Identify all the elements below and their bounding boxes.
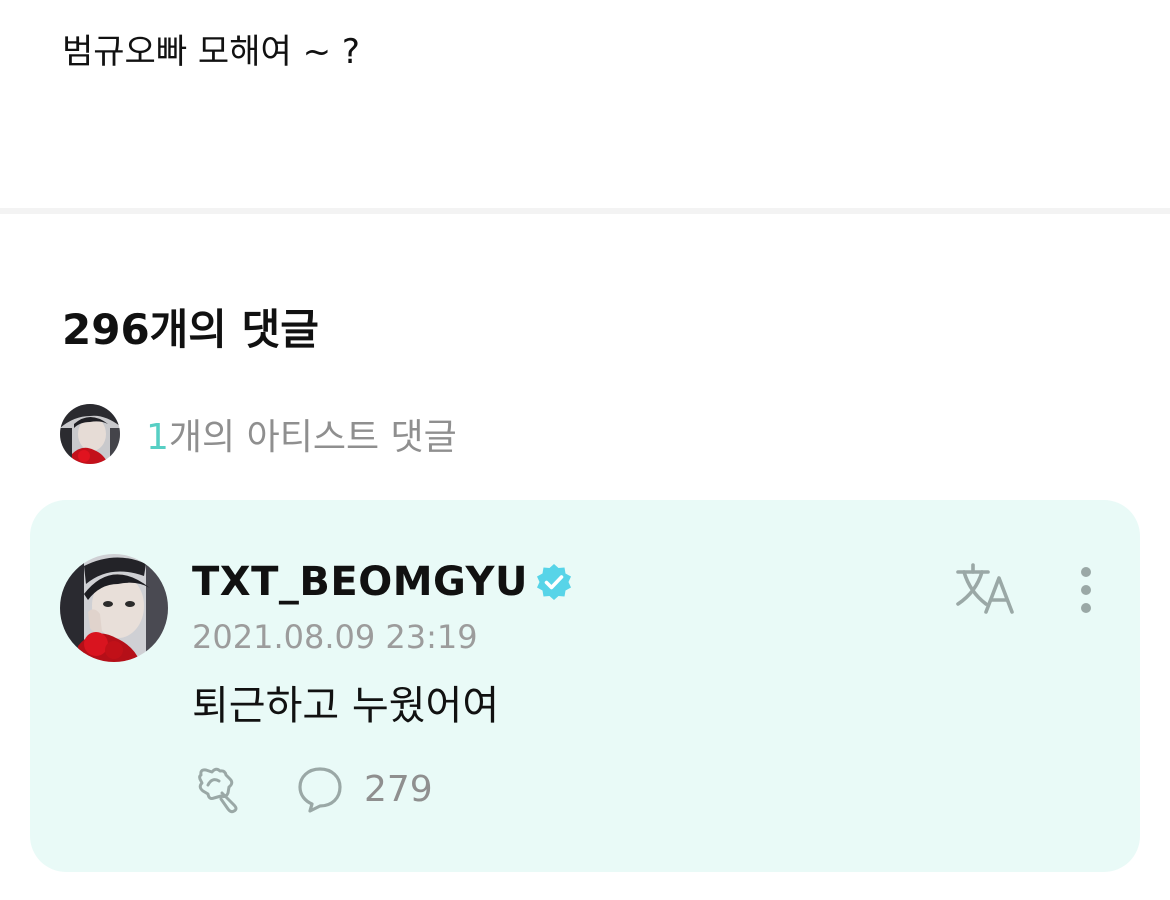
- reply-count: 279: [364, 768, 433, 810]
- username-row: TXT_BEOMGYU: [192, 558, 574, 606]
- comment-body: 퇴근하고 누웠어여: [192, 683, 500, 729]
- more-options-icon[interactable]: [1074, 564, 1098, 616]
- artist-comments-summary[interactable]: 1개의 아티스트 댓글: [60, 404, 457, 464]
- comments-count-title: 296개의 댓글: [62, 305, 319, 354]
- section-divider: [0, 208, 1170, 214]
- translate-icon[interactable]: [954, 562, 1018, 616]
- comment-timestamp: 2021.08.09 23:19: [192, 618, 478, 656]
- like-icon[interactable]: [192, 763, 244, 815]
- artist-comment-card: TXT_BEOMGYU 2021.08.09 23:19 퇴근하고 누웠어여 2…: [30, 500, 1140, 872]
- verified-badge-icon: [534, 562, 574, 602]
- artist-comment-count: 1: [146, 417, 169, 458]
- reply-icon[interactable]: [296, 765, 344, 813]
- post-text: 범규오빠 모해여 ~ ?: [62, 32, 360, 72]
- comment-actions: 279: [192, 764, 433, 814]
- artist-username[interactable]: TXT_BEOMGYU: [192, 559, 528, 605]
- artist-comments-label: 1개의 아티스트 댓글: [146, 408, 457, 460]
- artist-avatar[interactable]: [60, 554, 168, 662]
- artist-mini-avatar: [60, 404, 120, 464]
- artist-comments-suffix: 개의 아티스트 댓글: [168, 417, 457, 458]
